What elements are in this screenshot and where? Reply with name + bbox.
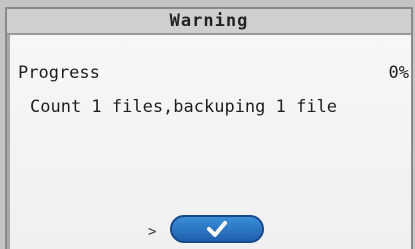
progress-value: 0% — [388, 63, 409, 83]
mouse-cursor-icon: > — [148, 224, 157, 240]
dialog-title: Warning — [7, 9, 411, 35]
screen: Warning Progress 0% Count 1 files,backup… — [0, 0, 415, 249]
backup-message: Count 1 files,backuping 1 file — [30, 97, 338, 117]
checkmark-icon — [207, 221, 227, 237]
warning-dialog: Warning Progress 0% Count 1 files,backup… — [5, 7, 413, 249]
confirm-button[interactable] — [170, 215, 264, 243]
dialog-body: Progress 0% Count 1 files,backuping 1 fi… — [7, 35, 411, 249]
progress-label: Progress — [18, 63, 100, 83]
